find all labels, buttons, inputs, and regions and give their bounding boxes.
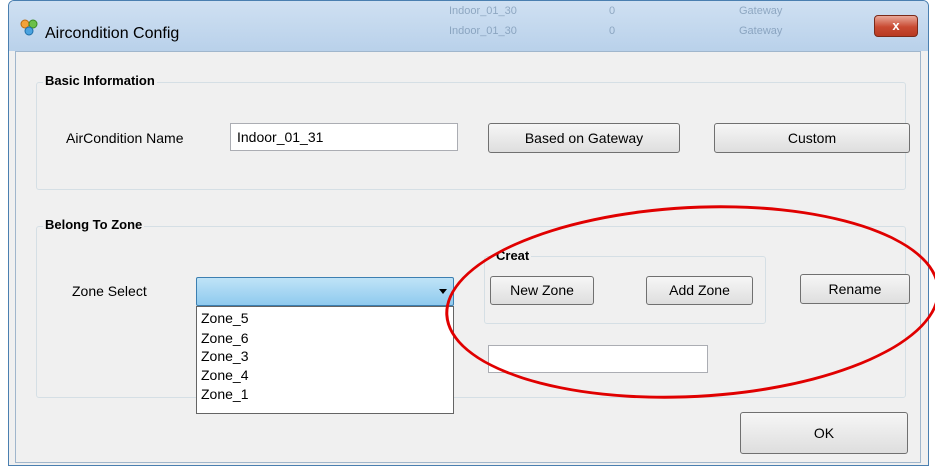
rename-button[interactable]: Rename [800,274,910,304]
background-row-value: 0 [609,5,616,17]
basic-information-title: Basic Information [43,73,157,88]
dialog-body: Basic Information AirCondition Name Indo… [15,51,921,463]
close-icon: x [892,18,900,33]
aircondition-config-window: Indoor_01_30 0 Gateway Indoor_01_30 0 Ga… [8,0,929,466]
chevron-down-icon [439,289,447,294]
add-zone-button[interactable]: Add Zone [646,276,753,305]
close-button[interactable]: x [874,15,918,37]
zone-option[interactable]: Zone_1 [201,386,248,402]
background-row-value: 0 [609,25,616,37]
title-bar[interactable]: Indoor_01_30 0 Gateway Indoor_01_30 0 Ga… [9,1,928,51]
belong-to-zone-group [36,226,906,398]
custom-button[interactable]: Custom [714,123,910,153]
creat-title: Creat [494,248,532,263]
zone-option[interactable]: Zone_6 [201,330,248,346]
aircondition-name-input[interactable]: Indoor_01_31 [230,123,458,151]
new-zone-button[interactable]: New Zone [490,276,594,305]
zone-option[interactable]: Zone_5 [201,310,248,326]
zone-option[interactable]: Zone_4 [201,367,248,383]
background-row-name: Indoor_01_30 [449,25,517,37]
based-on-gateway-button[interactable]: Based on Gateway [488,123,680,153]
belong-to-zone-title: Belong To Zone [43,217,145,232]
window-title: Aircondition Config [45,25,180,42]
background-row-extra: Gateway [739,25,783,37]
background-table-rows: Indoor_01_30 0 Gateway Indoor_01_30 0 Ga… [409,1,928,51]
aircondition-name-label: AirCondition Name [66,130,184,146]
zone-dropdown-list: Zone_5 Zone_6 Zone_3 Zone_4 Zone_1 [196,306,454,414]
zone-select-dropdown[interactable] [196,277,454,306]
aircondition-app-icon [20,19,38,36]
background-row-extra: Gateway [739,5,783,17]
ok-button[interactable]: OK [740,412,908,454]
background-row-name: Indoor_01_30 [449,5,517,17]
zone-option[interactable]: Zone_3 [201,348,248,364]
zone-name-input[interactable] [488,345,708,373]
zone-select-label: Zone Select [72,283,147,299]
